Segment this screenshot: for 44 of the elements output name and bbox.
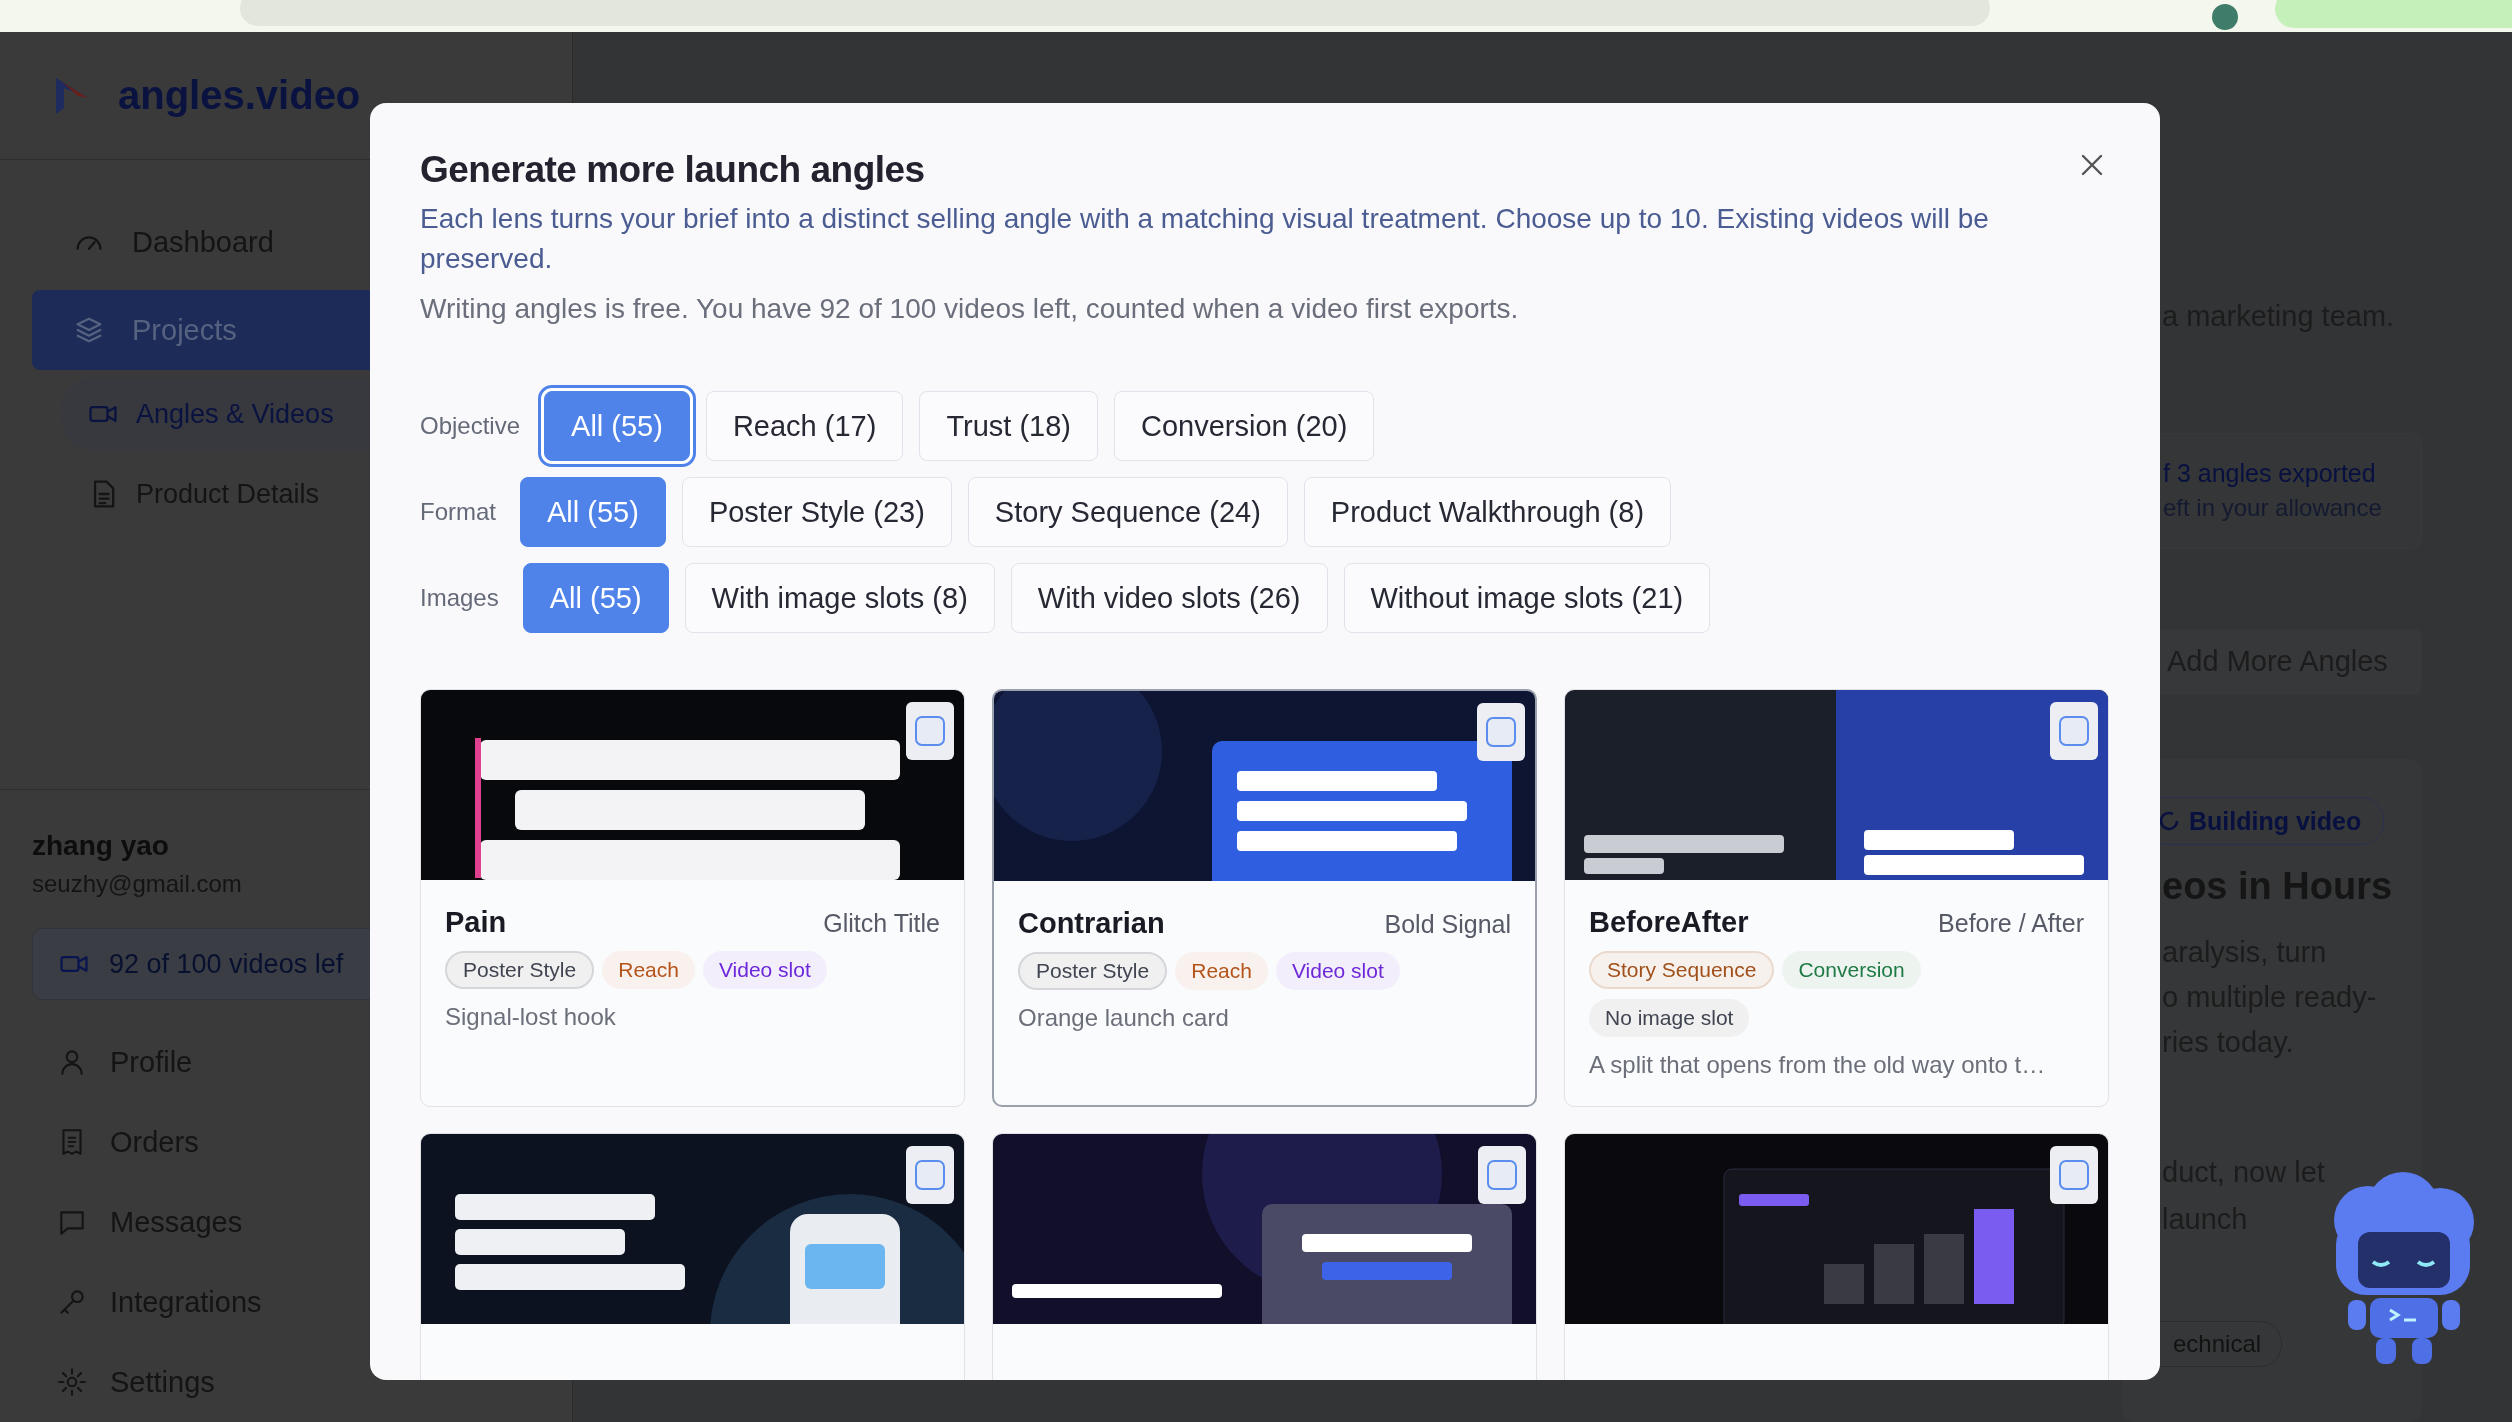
angle-card[interactable]: Pain Glitch Title Poster Style Reach Video slot Signal-lost hook — [420, 689, 965, 1107]
tag: Poster Style — [445, 951, 595, 989]
status-dot — [2212, 4, 2238, 30]
tag: Video slot — [1275, 952, 1400, 990]
card-style: Before / After — [1938, 909, 2084, 938]
filter-chip[interactable]: All (55) — [520, 477, 666, 547]
checkbox[interactable] — [2050, 702, 2098, 760]
filter-chip[interactable]: Reach (17) — [705, 391, 904, 461]
card-title: Contrarian — [1018, 907, 1165, 940]
filter-chip[interactable]: Product Walkthrough (8) — [1303, 477, 1672, 547]
settings-icon — [56, 1366, 88, 1398]
angle-card[interactable]: Contrarian Bold Signal Poster Style Reach Video slot Orange launch card — [992, 689, 1537, 1107]
filter-chip[interactable]: Story Sequence (24) — [967, 477, 1288, 547]
checkbox[interactable] — [906, 702, 954, 760]
card-description: A split that opens from the old way onto t… — [1589, 1051, 2047, 1079]
tag: Story Sequence — [1589, 951, 1775, 989]
tag: No image slot — [1589, 999, 1750, 1037]
tag: Reach — [602, 951, 695, 989]
checkbox[interactable] — [1477, 703, 1525, 761]
filter-label: Objective — [420, 412, 521, 440]
checkbox[interactable] — [906, 1146, 954, 1204]
tag: Poster Style — [1018, 952, 1168, 990]
checkbox[interactable] — [2050, 1146, 2098, 1204]
filter-chip[interactable]: Without image slots (21) — [1343, 563, 1711, 633]
tag: Video slot — [702, 951, 827, 989]
tag: Reach — [1175, 952, 1268, 990]
checkbox[interactable] — [1478, 1146, 1526, 1204]
tag: Conversion — [1782, 951, 1921, 989]
filter-chip[interactable]: Conversion (20) — [1114, 391, 1375, 461]
filter-label: Images — [420, 584, 499, 612]
filter-chip[interactable]: With image slots (8) — [684, 563, 995, 633]
angle-card[interactable]: BeforeAfter Before / After Story Sequence Conversion No image slot A split that opens from the old way onto t… — [1564, 689, 2109, 1107]
filter-chip[interactable]: All (55) — [522, 563, 669, 633]
filter-chip[interactable]: Poster Style (23) — [681, 477, 952, 547]
card-description: Signal-lost hook — [445, 1003, 617, 1031]
card-style: Glitch Title — [823, 909, 940, 938]
card-description: Orange launch card — [1018, 1004, 1230, 1032]
card-title: BeforeAfter — [1589, 906, 1749, 939]
card-style: Bold Signal — [1384, 910, 1511, 939]
filter-chip[interactable]: Trust (18) — [919, 391, 1098, 461]
filter-chip[interactable]: With video slots (26) — [1010, 563, 1328, 633]
modal-description: Each lens turns your brief into a distinct selling angle with a matching visual treatment. Choose up to 10. Existing videos will be preserved. — [420, 202, 1990, 276]
modal-title: Generate more launch angles — [420, 149, 925, 191]
filter-label: Format — [420, 498, 496, 526]
